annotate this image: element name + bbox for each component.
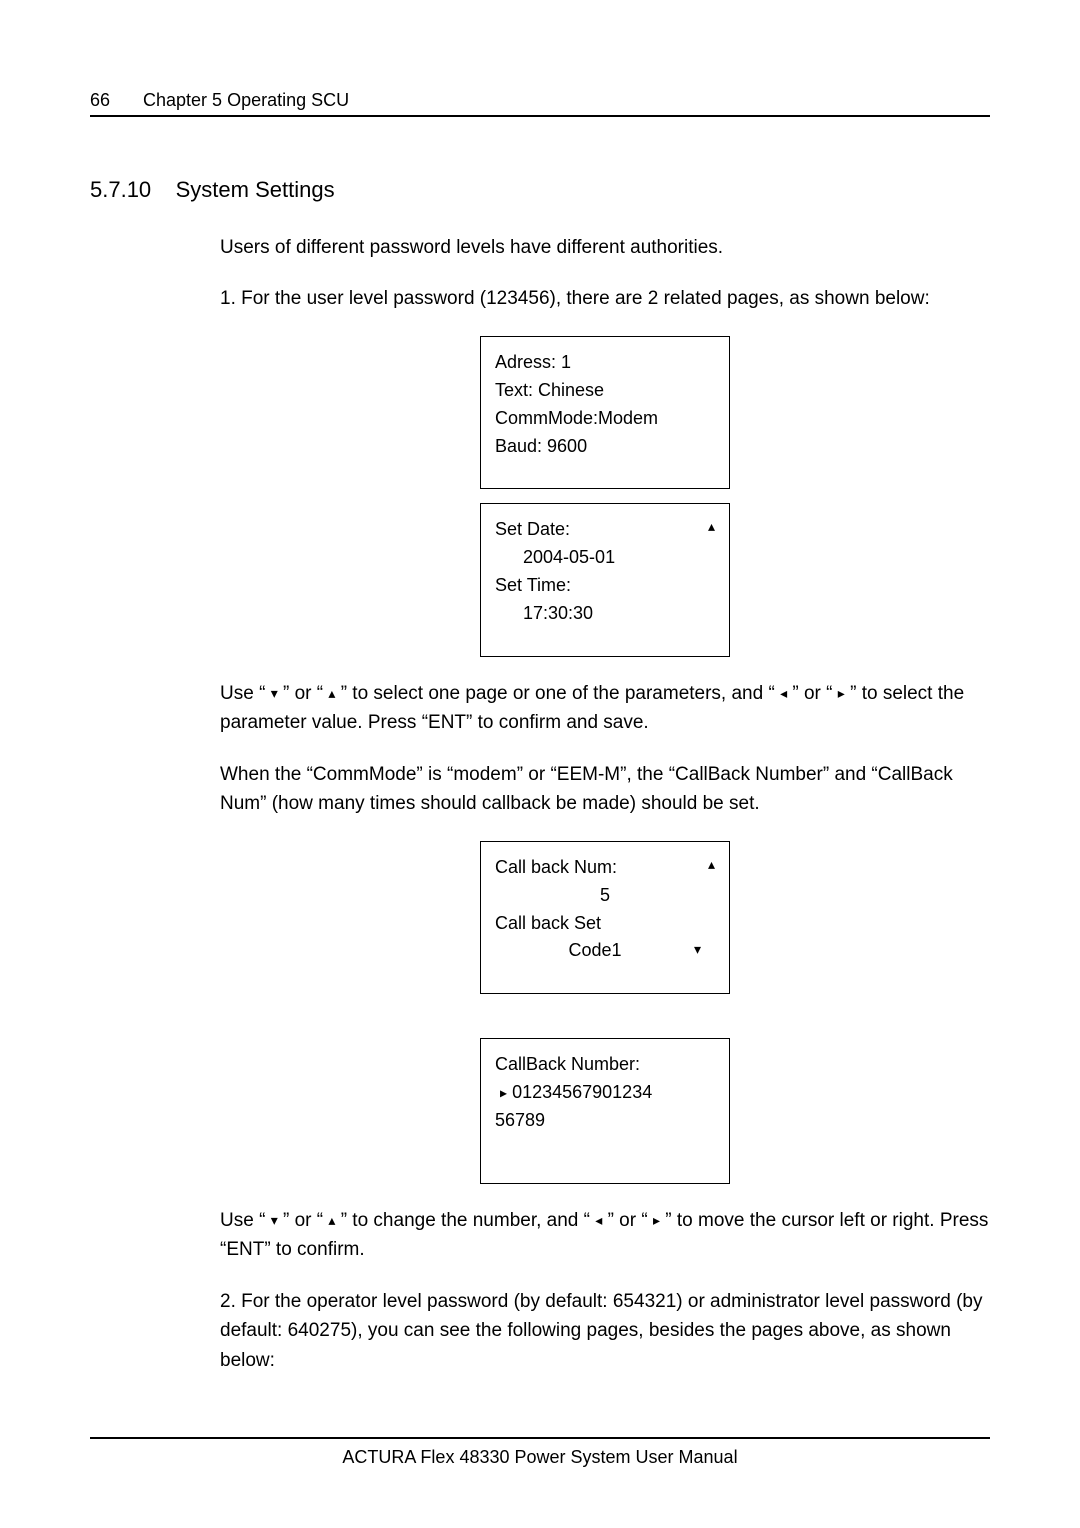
lcd3-line3: Call back Set bbox=[495, 910, 715, 938]
lcd2-line4: 17:30:30 bbox=[495, 600, 715, 628]
lcd4-line2: ▸ 01234567901234 bbox=[495, 1079, 715, 1107]
use-instruction-2: Use “ ▾ ” or “ ▴ ” to change the number,… bbox=[220, 1206, 990, 1265]
lcd2-line2: 2004-05-01 bbox=[495, 544, 715, 572]
lcd1-line4: Baud: 9600 bbox=[495, 433, 715, 461]
lcd3-line1: Call back Num: bbox=[495, 854, 715, 882]
right-arrow-icon: ▸ bbox=[838, 685, 845, 701]
section-title: System Settings bbox=[176, 177, 335, 202]
lcd1-line2: Text: Chinese bbox=[495, 377, 715, 405]
lcd4-line1: CallBack Number: bbox=[495, 1051, 715, 1079]
paragraph-3: 2. For the operator level password (by d… bbox=[220, 1287, 990, 1375]
section-heading: 5.7.10 System Settings bbox=[90, 177, 990, 203]
page-header: 66 Chapter 5 Operating SCU bbox=[90, 90, 990, 117]
page-footer: ACTURA Flex 48330 Power System User Manu… bbox=[90, 1437, 990, 1468]
chapter-title: Chapter 5 Operating SCU bbox=[143, 90, 349, 110]
lcd-screen-3: ▴ Call back Num: 5 Call back Set Code1 ▾ bbox=[480, 841, 730, 995]
right-arrow-icon-2: ▸ bbox=[653, 1212, 660, 1228]
lcd3-line4: Code1 bbox=[495, 937, 715, 965]
lcd4-right-arrow-icon: ▸ bbox=[500, 1085, 507, 1101]
lcd3-line2: 5 bbox=[495, 882, 715, 910]
paragraph-1: 1. For the user level password (123456),… bbox=[220, 284, 990, 313]
lcd2-line1: Set Date: bbox=[495, 516, 715, 544]
down-arrow-icon: ▾ bbox=[271, 685, 278, 701]
lcd-screen-4: CallBack Number: ▸ 01234567901234 56789 bbox=[480, 1038, 730, 1184]
page-number: 66 bbox=[90, 90, 138, 111]
lcd2-up-arrow-icon: ▴ bbox=[708, 516, 715, 538]
lcd4-line3: 56789 bbox=[495, 1107, 715, 1135]
lcd3-up-arrow-icon: ▴ bbox=[708, 854, 715, 876]
down-arrow-icon-2: ▾ bbox=[271, 1212, 278, 1228]
paragraph-2: When the “CommMode” is “modem” or “EEM-M… bbox=[220, 760, 990, 819]
lcd-screen-2: ▴ Set Date: 2004-05-01 Set Time: 17:30:3… bbox=[480, 503, 730, 657]
lcd1-line1: Adress: 1 bbox=[495, 349, 715, 377]
lcd1-line3: CommMode:Modem bbox=[495, 405, 715, 433]
lcd-screen-1: Adress: 1 Text: Chinese CommMode:Modem B… bbox=[480, 336, 730, 490]
use-instruction-1: Use “ ▾ ” or “ ▴ ” to select one page or… bbox=[220, 679, 990, 738]
intro-paragraph: Users of different password levels have … bbox=[220, 233, 990, 262]
section-number: 5.7.10 bbox=[90, 177, 151, 202]
footer-text: ACTURA Flex 48330 Power System User Manu… bbox=[342, 1447, 737, 1467]
lcd2-line3: Set Time: bbox=[495, 572, 715, 600]
lcd3-down-arrow-icon: ▾ bbox=[694, 939, 701, 961]
